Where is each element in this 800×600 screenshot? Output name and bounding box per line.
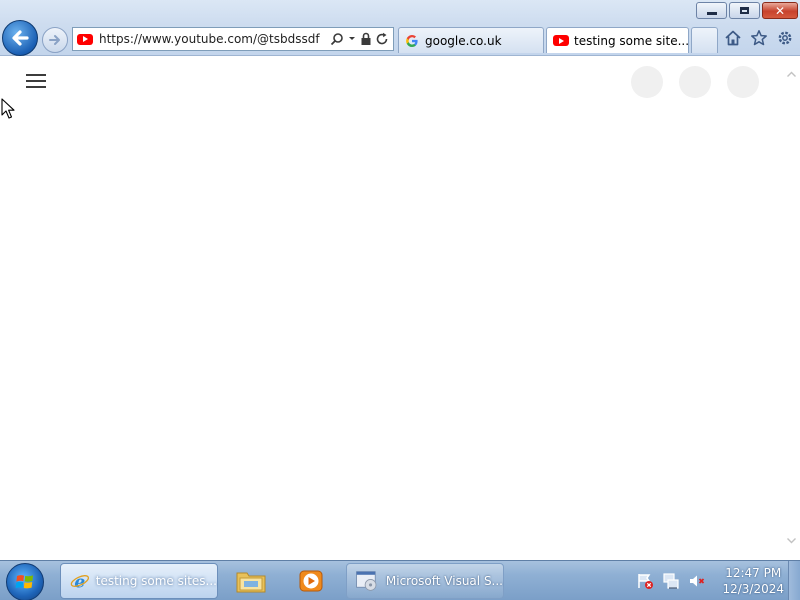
- taskbar-button-media-player[interactable]: [284, 563, 338, 599]
- favorites-button[interactable]: [750, 29, 768, 47]
- taskbar-button-label: testing some sites...: [95, 574, 217, 588]
- scroll-up-icon[interactable]: [786, 69, 797, 80]
- address-url[interactable]: https://www.youtube.com/@tsbdssdf: [99, 32, 330, 46]
- clock-date: 12/3/2024: [722, 582, 784, 596]
- dropdown-arrow-icon[interactable]: [348, 32, 356, 46]
- home-button[interactable]: [724, 29, 742, 47]
- lock-icon[interactable]: [360, 32, 372, 46]
- taskbar: e testing some sites... Microsoft Visual…: [0, 560, 800, 600]
- minimize-icon: [706, 11, 717, 15]
- command-icons: [724, 29, 794, 47]
- clock-time: 12:47 PM: [725, 566, 782, 580]
- show-desktop-button[interactable]: [788, 561, 800, 600]
- tab-google[interactable]: google.co.uk: [398, 27, 544, 53]
- skeleton-avatar: [631, 66, 663, 98]
- taskbar-button-file-explorer[interactable]: [224, 563, 278, 599]
- close-icon: ✕: [774, 3, 786, 18]
- gear-icon: [778, 31, 792, 45]
- tools-button[interactable]: [776, 29, 794, 47]
- start-button[interactable]: [6, 563, 44, 600]
- address-tools: [330, 32, 389, 46]
- internet-explorer-icon: e: [70, 573, 90, 593]
- media-player-icon: [299, 570, 323, 592]
- restore-icon: [740, 7, 749, 14]
- skeleton-avatar: [727, 66, 759, 98]
- skeleton-avatar: [679, 66, 711, 98]
- network-icon[interactable]: [662, 572, 680, 590]
- restore-button[interactable]: [729, 2, 760, 19]
- tab-google-label: google.co.uk: [425, 33, 502, 48]
- visual-studio-installer-icon: [356, 571, 377, 591]
- address-bar[interactable]: https://www.youtube.com/@tsbdssdf: [72, 27, 394, 51]
- minimize-button[interactable]: [696, 2, 727, 19]
- close-button[interactable]: ✕: [762, 2, 798, 19]
- forward-arrow-icon: [49, 35, 60, 45]
- page-content: [0, 57, 800, 560]
- clock[interactable]: 12:47 PM 12/3/2024: [722, 565, 784, 597]
- windows-logo-icon: [15, 575, 33, 589]
- taskbar-button-internet-explorer[interactable]: e testing some sites...: [60, 563, 218, 599]
- file-explorer-icon: [236, 572, 266, 593]
- action-center-flag-icon[interactable]: [636, 572, 654, 590]
- refresh-icon[interactable]: [376, 32, 389, 46]
- tab-youtube-label: testing some site...: [574, 33, 690, 48]
- home-icon: [725, 30, 741, 46]
- taskbar-button-visual-studio[interactable]: Microsoft Visual S...: [346, 563, 504, 599]
- system-tray: 12:47 PM 12/3/2024: [636, 565, 784, 597]
- hamburger-menu-icon[interactable]: [26, 74, 46, 88]
- youtube-icon: [553, 35, 569, 46]
- browser-chrome: ✕ https://www.youtube.com/@tsbdssdf goog…: [0, 0, 800, 56]
- taskbar-button-label: Microsoft Visual S...: [385, 574, 503, 588]
- window-caption-buttons: ✕: [696, 2, 798, 19]
- forward-button[interactable]: [42, 27, 68, 53]
- new-tab-button[interactable]: [691, 27, 718, 53]
- vertical-scrollbar[interactable]: [783, 57, 800, 560]
- back-button[interactable]: [2, 20, 38, 56]
- scroll-down-icon[interactable]: [786, 535, 797, 546]
- google-icon: [406, 34, 418, 47]
- star-icon: [751, 30, 767, 46]
- back-arrow-icon: [12, 30, 29, 46]
- screen: ✕ https://www.youtube.com/@tsbdssdf goog…: [0, 0, 800, 600]
- tab-strip: google.co.uk testing some site... ✕: [398, 27, 718, 53]
- mouse-cursor-icon: [1, 98, 15, 119]
- youtube-favicon-icon: [77, 33, 93, 45]
- tab-youtube[interactable]: testing some site... ✕: [546, 27, 708, 53]
- volume-muted-icon[interactable]: [688, 572, 706, 590]
- search-icon[interactable]: [330, 32, 344, 46]
